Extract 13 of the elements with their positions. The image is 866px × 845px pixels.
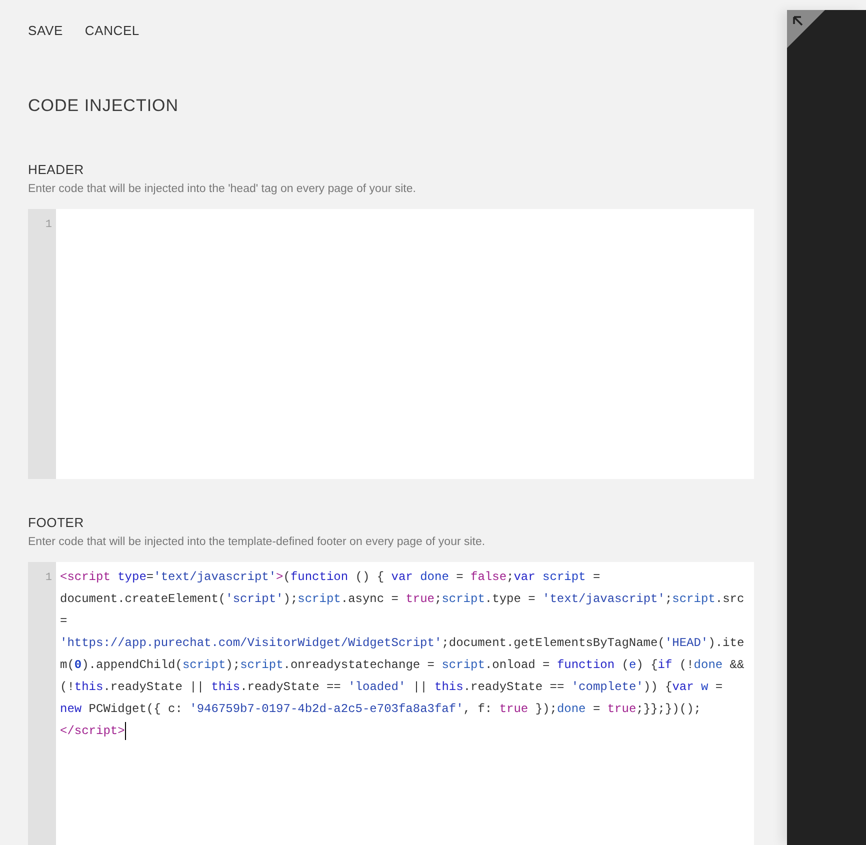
section-description: Enter code that will be injected into the template-defined footer on every page of your site. [28, 536, 486, 548]
section-heading: HEADER [28, 162, 85, 177]
page-title: CODE INJECTION [28, 96, 180, 116]
line-number: 1 [44, 218, 53, 233]
save-button[interactable]: SAVE [28, 23, 63, 38]
expand-corner-icon[interactable] [787, 10, 825, 48]
text-cursor [124, 722, 126, 740]
code-editor[interactable] [28, 562, 754, 845]
section-description: Enter code that will be injected into the 'head' tag on every page of your site. [28, 183, 417, 195]
line-number: 1 [44, 571, 53, 586]
code-text: <script type='text/javascript'>(function () { var done = false;var script = document.createElement('script');script.async = true;script.type = 'text/javascript';script.src = 'https://app.purechat.com/VisitorWidget/WidgetScript';document.getElementsByTagName('HEAD').item(0).appendChild(script);script.onreadystatechange = script.onload = function (e) {if (!done && (!this.readyState || this.readyState == 'loaded' || this.readyState == 'complete')) {var w = new PCWidget({ c: '946759b7-0197-4b2d-a2c5-e703fa8a3faf', f: true });done = true;}};})(); </script> [60, 569, 746, 742]
section-heading: FOOTER [28, 515, 85, 530]
cancel-button[interactable]: CANCEL [84, 23, 140, 38]
